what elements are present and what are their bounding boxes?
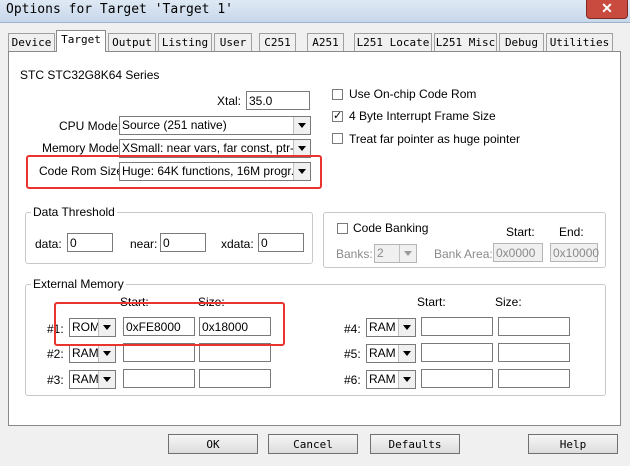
cpu-mode-label: CPU Mode: bbox=[59, 119, 122, 133]
chevron-down-icon[interactable] bbox=[398, 371, 415, 388]
data-label: data: bbox=[35, 237, 62, 251]
tab-c251[interactable]: C251 bbox=[259, 33, 296, 52]
ext-row-6-start[interactable] bbox=[421, 369, 493, 388]
defaults-button[interactable]: Defaults bbox=[370, 434, 460, 454]
external-memory-highlight bbox=[54, 302, 285, 346]
bank-area-label: Bank Area: bbox=[434, 247, 493, 261]
banks-select[interactable]: 2 bbox=[374, 244, 417, 263]
ext-row-3-label: #3: bbox=[47, 373, 64, 387]
chevron-down-icon[interactable] bbox=[293, 117, 310, 134]
ext-row-3-type-value: RAM bbox=[72, 372, 99, 386]
options-dialog: Options for Target 'Target 1' ✕ Device T… bbox=[0, 0, 630, 466]
ext-row-2-type-value: RAM bbox=[72, 346, 99, 360]
title-bar: Options for Target 'Target 1' ✕ bbox=[0, 0, 630, 23]
ext-row-3-size[interactable] bbox=[199, 369, 271, 388]
ext-row-4-label: #4: bbox=[344, 322, 361, 336]
code-banking-label: Code Banking bbox=[353, 221, 429, 235]
xdata-label: xdata: bbox=[221, 237, 254, 251]
ext-row-3-type[interactable]: RAM bbox=[69, 370, 116, 389]
ext-row-3-start[interactable] bbox=[123, 369, 195, 388]
ext-row-5-size[interactable] bbox=[498, 343, 570, 362]
ext-row-4-start[interactable] bbox=[421, 317, 493, 336]
tab-output[interactable]: Output bbox=[108, 33, 156, 52]
ext-row-4-type-value: RAM bbox=[369, 320, 396, 334]
ext-row-5-label: #5: bbox=[344, 347, 361, 361]
target-panel: STC STC32G8K64 Series Xtal: 35.0 CPU Mod… bbox=[8, 51, 621, 426]
tab-l251-misc[interactable]: L251 Misc bbox=[434, 33, 497, 52]
close-icon: ✕ bbox=[601, 0, 613, 16]
ext-row-5-start[interactable] bbox=[421, 343, 493, 362]
chevron-down-icon[interactable] bbox=[398, 345, 415, 362]
xtal-label: Xtal: bbox=[217, 94, 242, 108]
ext-row-5-type-value: RAM bbox=[369, 346, 396, 360]
near-input[interactable]: 0 bbox=[160, 233, 206, 252]
tab-a251[interactable]: A251 bbox=[307, 33, 344, 52]
treat-far-label: Treat far pointer as huge pointer bbox=[349, 132, 520, 146]
use-onchip-checkbox[interactable] bbox=[332, 89, 343, 100]
four-byte-checkbox[interactable]: ✓ bbox=[332, 111, 343, 122]
ext-start-label-right: Start: bbox=[417, 295, 446, 309]
chevron-down-icon[interactable] bbox=[398, 319, 415, 336]
banks-label: Banks: bbox=[336, 247, 373, 261]
tab-l251-locate[interactable]: L251 Locate bbox=[354, 33, 432, 52]
chevron-down-icon[interactable] bbox=[98, 345, 115, 362]
bank-end-input[interactable]: 0x10000 bbox=[550, 243, 599, 262]
series-label: STC STC32G8K64 Series bbox=[20, 68, 160, 82]
cpu-mode-value: Source (251 native) bbox=[122, 118, 227, 132]
memory-model-label: Memory Model: bbox=[42, 141, 125, 155]
four-byte-label: 4 Byte Interrupt Frame Size bbox=[349, 109, 496, 123]
xtal-input[interactable]: 35.0 bbox=[246, 91, 310, 110]
external-memory-title: External Memory bbox=[31, 277, 126, 291]
help-button[interactable]: Help bbox=[528, 434, 618, 454]
cpu-mode-select[interactable]: Source (251 native) bbox=[119, 116, 311, 135]
tab-listing[interactable]: Listing bbox=[158, 33, 212, 52]
ext-size-label-right: Size: bbox=[495, 295, 522, 309]
bank-start-input[interactable]: 0x0000 bbox=[493, 243, 543, 262]
bank-start-label: Start: bbox=[506, 225, 535, 239]
bank-end-label: End: bbox=[559, 225, 584, 239]
ext-row-6-label: #6: bbox=[344, 373, 361, 387]
banks-value: 2 bbox=[377, 246, 384, 260]
data-threshold-title: Data Threshold bbox=[31, 205, 117, 219]
chevron-down-icon[interactable] bbox=[98, 371, 115, 388]
ext-row-6-type[interactable]: RAM bbox=[366, 370, 416, 389]
memory-model-value: XSmall: near vars, far const, ptr-4 bbox=[122, 141, 301, 155]
window-title: Options for Target 'Target 1' bbox=[6, 2, 233, 17]
tab-user[interactable]: User bbox=[214, 33, 252, 52]
ext-row-6-type-value: RAM bbox=[369, 372, 396, 386]
ext-row-4-type[interactable]: RAM bbox=[366, 318, 416, 337]
code-rom-size-highlight bbox=[26, 155, 322, 189]
tab-utilities[interactable]: Utilities bbox=[546, 33, 613, 52]
tab-device[interactable]: Device bbox=[8, 33, 55, 52]
code-banking-checkbox[interactable] bbox=[337, 223, 348, 234]
tab-target[interactable]: Target bbox=[56, 30, 106, 52]
ext-row-4-size[interactable] bbox=[498, 317, 570, 336]
tab-debug[interactable]: Debug bbox=[499, 33, 544, 52]
cancel-button[interactable]: Cancel bbox=[268, 434, 358, 454]
data-input[interactable]: 0 bbox=[67, 233, 113, 252]
treat-far-checkbox[interactable] bbox=[332, 133, 343, 144]
use-onchip-label: Use On-chip Code Rom bbox=[349, 87, 477, 101]
xdata-input[interactable]: 0 bbox=[258, 233, 304, 252]
ext-row-2-type[interactable]: RAM bbox=[69, 344, 116, 363]
chevron-down-icon[interactable] bbox=[399, 245, 416, 262]
check-icon: ✓ bbox=[333, 110, 343, 122]
close-button[interactable]: ✕ bbox=[586, 0, 628, 19]
near-label: near: bbox=[130, 237, 158, 251]
ok-button[interactable]: OK bbox=[168, 434, 258, 454]
ext-row-2-label: #2: bbox=[47, 347, 64, 361]
ext-row-6-size[interactable] bbox=[498, 369, 570, 388]
ext-row-5-type[interactable]: RAM bbox=[366, 344, 416, 363]
